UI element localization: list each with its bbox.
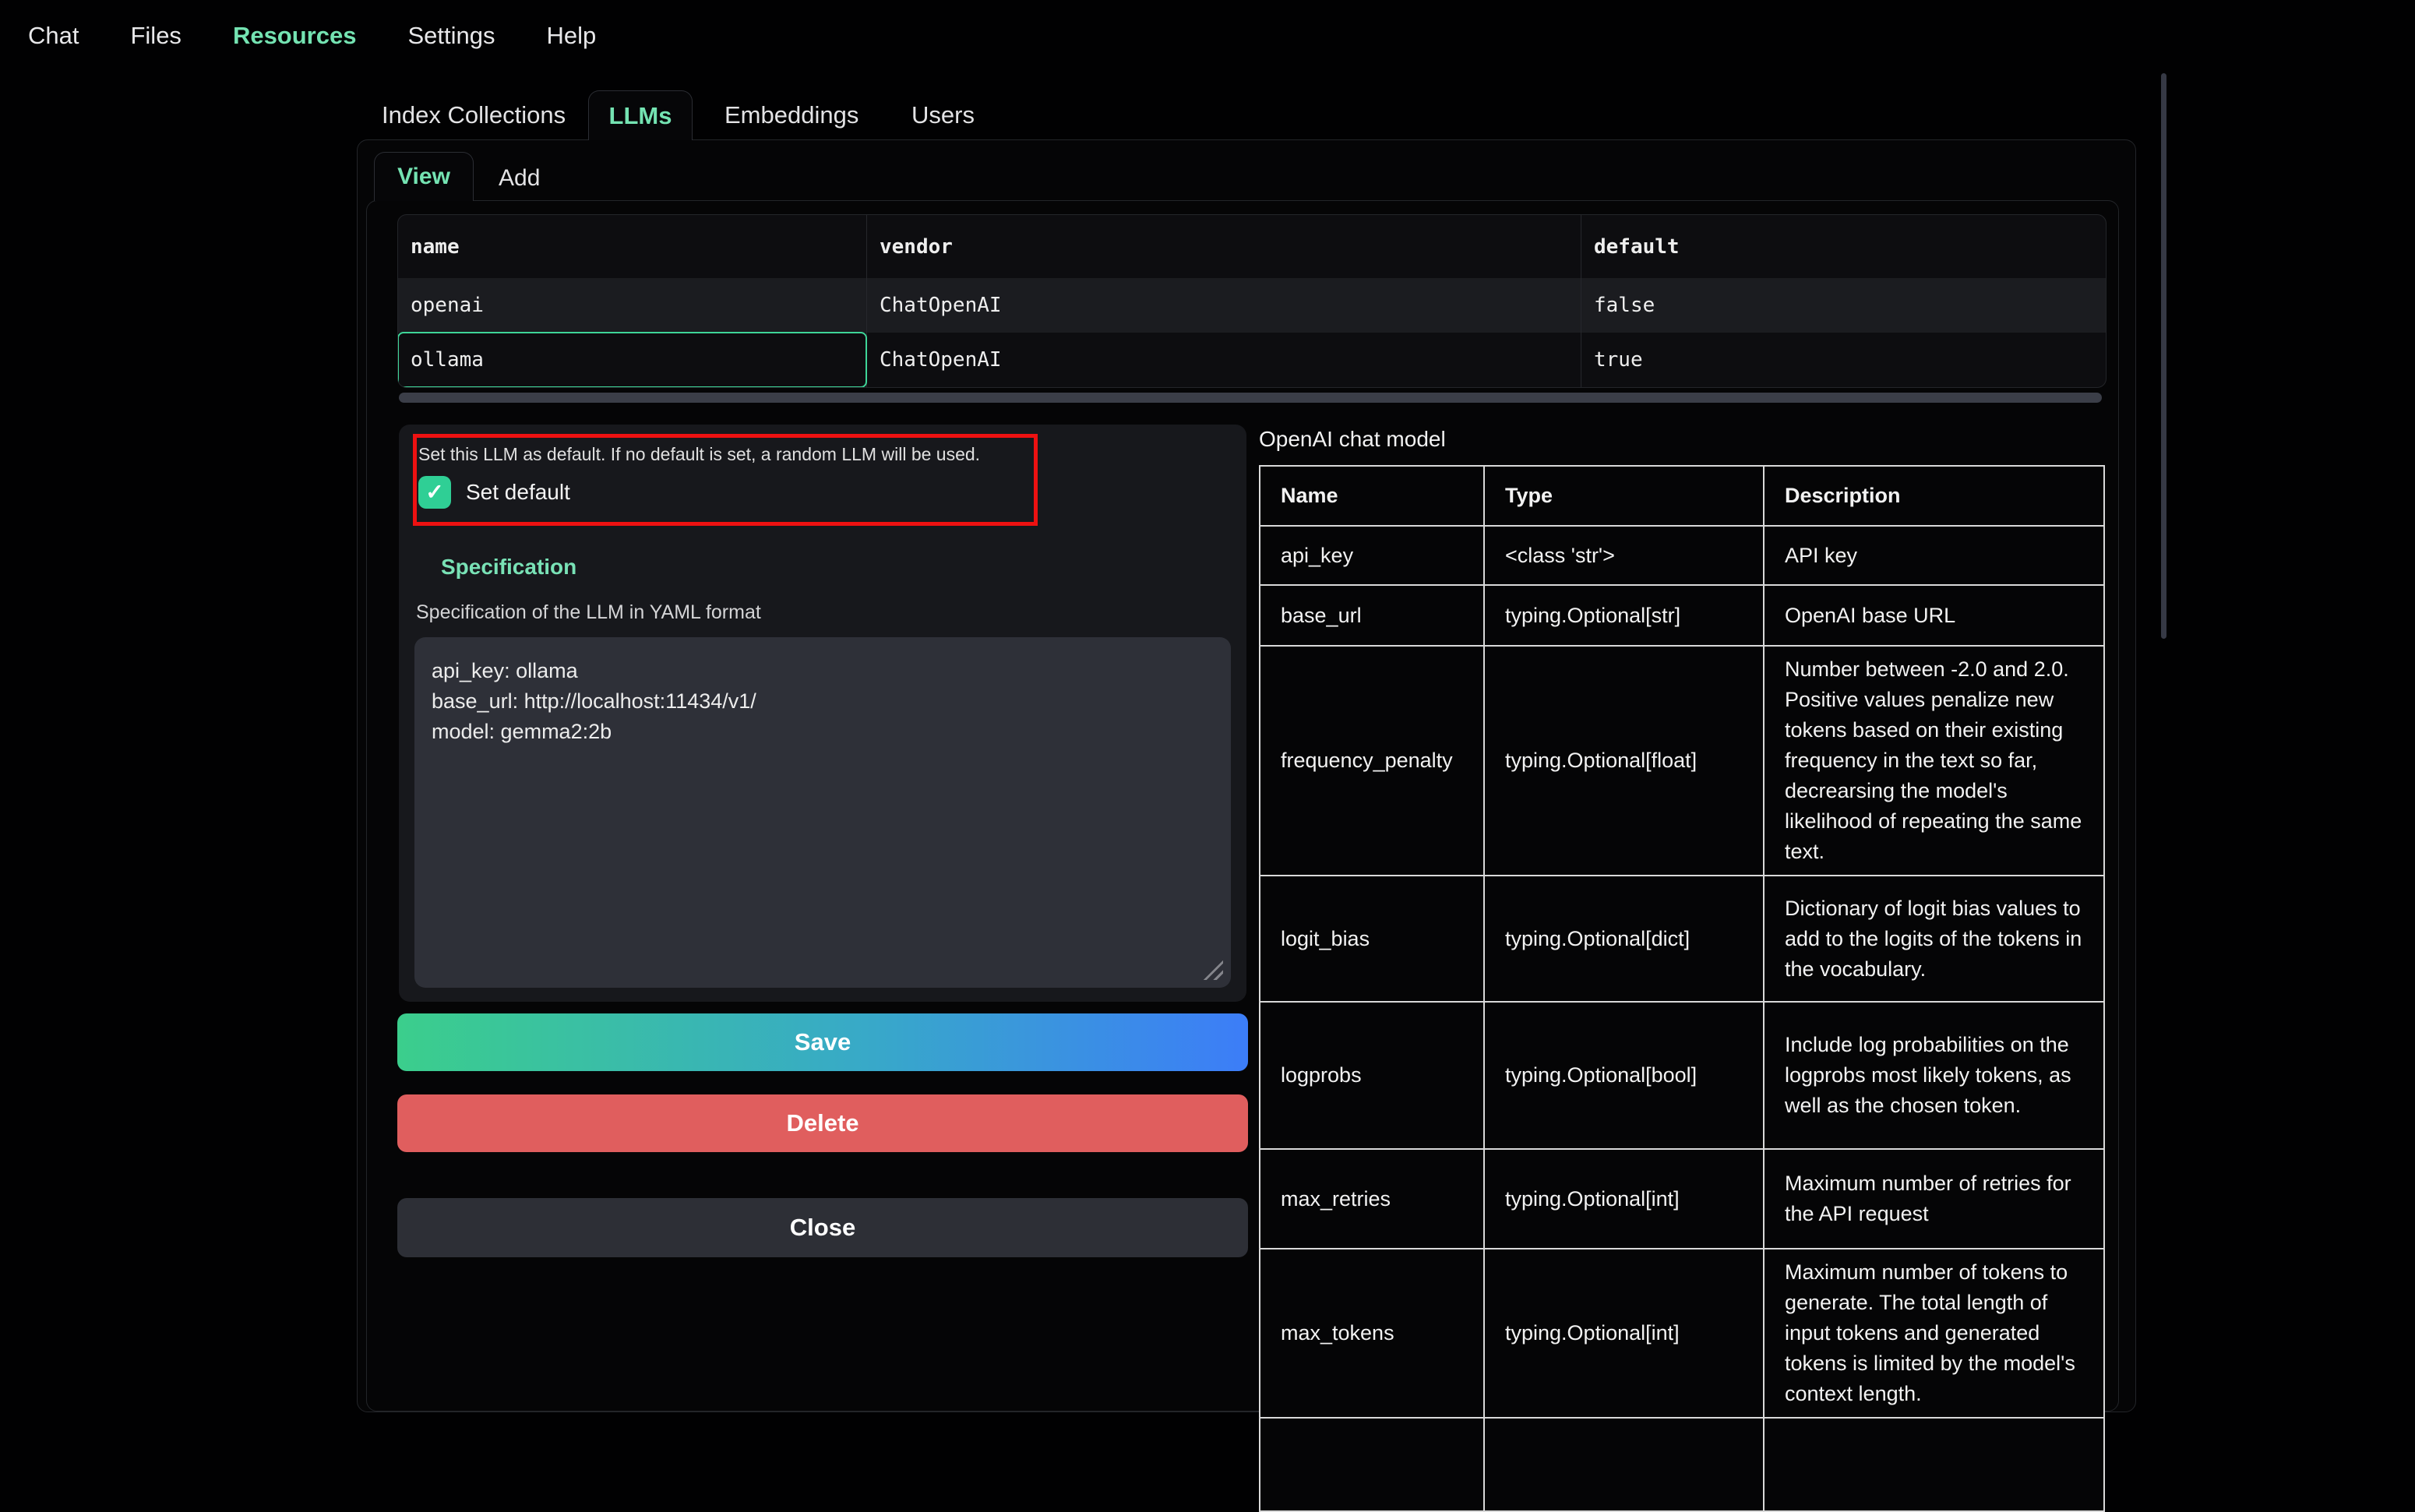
- tab-llms[interactable]: LLMs: [588, 90, 693, 140]
- table-row: logprobs typing.Optional[bool] Include l…: [1260, 1002, 2104, 1149]
- model-col-header-name: Name: [1260, 466, 1484, 526]
- field-type: <class 'str'>: [1484, 526, 1764, 585]
- llm-cell-default[interactable]: true: [1581, 333, 2106, 387]
- field-name: max_tokens: [1260, 1249, 1484, 1418]
- field-description: Maximum number of retries for the API re…: [1764, 1149, 2104, 1249]
- field-description: API key: [1764, 526, 2104, 585]
- nav-item-settings[interactable]: Settings: [407, 22, 495, 50]
- nav-item-help[interactable]: Help: [546, 22, 596, 50]
- tab-users[interactable]: Users: [911, 101, 975, 129]
- yaml-spec-textarea[interactable]: api_key: ollama base_url: http://localho…: [414, 637, 1231, 988]
- field-type: typing.Optional[bool]: [1484, 1002, 1764, 1149]
- field-type: typing.Optional[str]: [1484, 585, 1764, 646]
- field-name: logit_bias: [1260, 876, 1484, 1002]
- table-row: frequency_penalty typing.Optional[float]…: [1260, 646, 2104, 876]
- vertical-scrollbar[interactable]: [2161, 73, 2166, 639]
- subtab-add[interactable]: Add: [499, 165, 540, 192]
- model-col-header-description: Description: [1764, 466, 2104, 526]
- field-name: base_url: [1260, 585, 1484, 646]
- specification-heading: Specification: [441, 555, 576, 580]
- subtab-view[interactable]: View: [374, 152, 474, 201]
- llm-table-header-row: name vendor default: [398, 215, 2106, 278]
- nav-item-resources[interactable]: Resources: [233, 22, 357, 50]
- tab-llms-label: LLMs: [609, 102, 672, 130]
- top-nav: Chat Files Resources Settings Help: [0, 0, 2415, 72]
- subtab-view-label: View: [397, 164, 450, 190]
- horizontal-scrollbar[interactable]: [399, 393, 2102, 403]
- set-default-label: Set default: [466, 476, 570, 509]
- model-schema-table: Name Type Description api_key <class 'st…: [1259, 465, 2105, 1512]
- delete-button[interactable]: Delete: [397, 1094, 1248, 1152]
- model-table-header-row: Name Type Description: [1260, 466, 2104, 526]
- save-button[interactable]: Save: [397, 1013, 1248, 1071]
- tab-embeddings[interactable]: Embeddings: [724, 101, 858, 129]
- table-row-ollama[interactable]: ollama ChatOpenAI true: [398, 333, 2106, 387]
- tab-index-collections[interactable]: Index Collections: [382, 101, 566, 129]
- model-col-header-type: Type: [1484, 466, 1764, 526]
- table-row: max_retries typing.Optional[int] Maximum…: [1260, 1149, 2104, 1249]
- field-type: typing.Optional[int]: [1484, 1249, 1764, 1418]
- field-name: logprobs: [1260, 1002, 1484, 1149]
- table-row: logit_bias typing.Optional[dict] Diction…: [1260, 876, 2104, 1002]
- model-panel-title: OpenAI chat model: [1259, 427, 1446, 452]
- field-description: Maximum number of tokens to generate. Th…: [1764, 1249, 2104, 1418]
- field-type: typing.Optional[float]: [1484, 646, 1764, 876]
- field-name: max_retries: [1260, 1149, 1484, 1249]
- checkmark-icon: ✓: [425, 481, 443, 503]
- nav-item-files[interactable]: Files: [130, 22, 181, 50]
- llm-col-header-default: default: [1581, 215, 2106, 278]
- field-description: Number between -2.0 and 2.0. Positive va…: [1764, 646, 2104, 876]
- table-row-partial: [1260, 1418, 2104, 1511]
- llm-cell-vendor[interactable]: ChatOpenAI: [866, 333, 1581, 387]
- table-row-openai[interactable]: openai ChatOpenAI false: [398, 278, 2106, 333]
- field-description: Include log probabilities on the logprob…: [1764, 1002, 2104, 1149]
- field-name: frequency_penalty: [1260, 646, 1484, 876]
- llm-cell-name[interactable]: openai: [398, 278, 866, 333]
- field-name: [1260, 1418, 1484, 1511]
- field-description: [1764, 1418, 2104, 1511]
- close-button[interactable]: Close: [397, 1198, 1248, 1257]
- table-row: max_tokens typing.Optional[int] Maximum …: [1260, 1249, 2104, 1418]
- llm-list-table: name vendor default openai ChatOpenAI fa…: [397, 214, 2107, 388]
- field-type: typing.Optional[dict]: [1484, 876, 1764, 1002]
- field-type: [1484, 1418, 1764, 1511]
- llm-cell-vendor[interactable]: ChatOpenAI: [866, 278, 1581, 333]
- table-row: base_url typing.Optional[str] OpenAI bas…: [1260, 585, 2104, 646]
- field-description: Dictionary of logit bias values to add t…: [1764, 876, 2104, 1002]
- llm-col-header-name: name: [398, 215, 866, 278]
- table-row: api_key <class 'str'> API key: [1260, 526, 2104, 585]
- field-type: typing.Optional[int]: [1484, 1149, 1764, 1249]
- nav-item-chat[interactable]: Chat: [28, 22, 79, 50]
- specification-caption: Specification of the LLM in YAML format: [416, 601, 761, 624]
- field-description: OpenAI base URL: [1764, 585, 2104, 646]
- set-default-help-text: Set this LLM as default. If no default i…: [418, 444, 980, 465]
- field-name: api_key: [1260, 526, 1484, 585]
- llm-col-header-vendor: vendor: [866, 215, 1581, 278]
- llm-cell-default[interactable]: false: [1581, 278, 2106, 333]
- set-default-checkbox[interactable]: ✓: [418, 476, 451, 509]
- llm-cell-name-selected[interactable]: ollama: [398, 333, 866, 387]
